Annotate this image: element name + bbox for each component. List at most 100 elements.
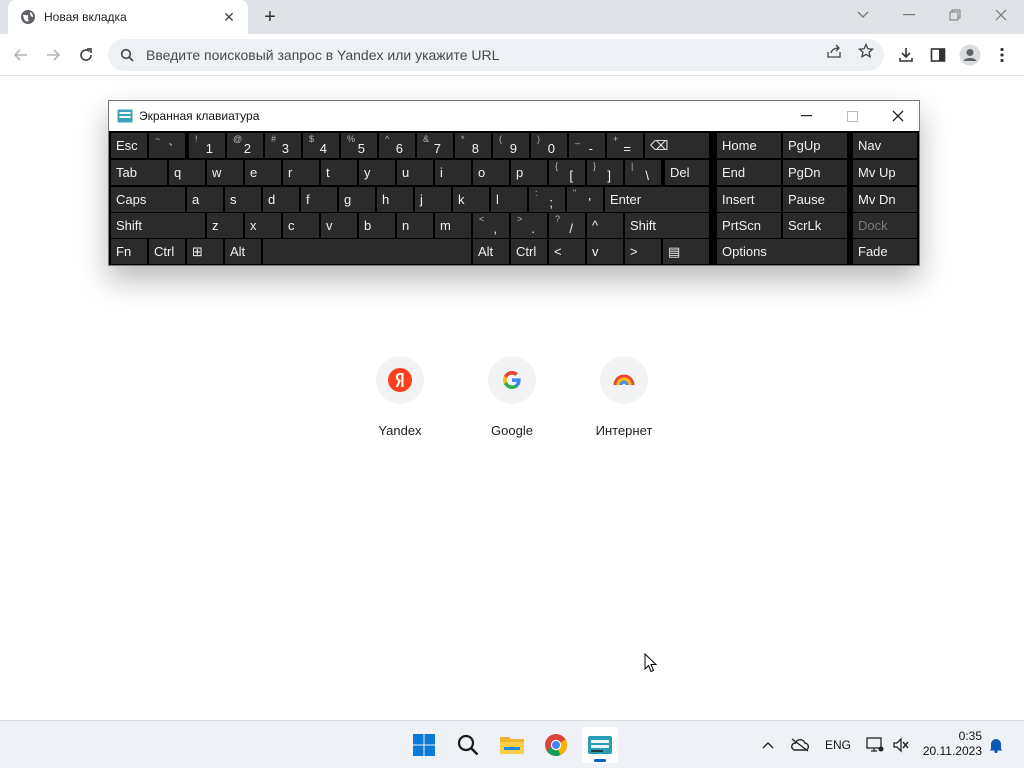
key-[interactable]: ⌫	[645, 133, 709, 158]
key-e[interactable]: e	[245, 160, 281, 185]
close-icon[interactable]	[978, 0, 1024, 30]
key-shift[interactable]: Shift	[625, 213, 709, 238]
key-[interactable]: " '	[567, 187, 603, 212]
key-t[interactable]: t	[321, 160, 357, 185]
key-[interactable]: ▤	[663, 239, 709, 264]
key-[interactable]: }]	[587, 160, 623, 185]
key-[interactable]: | \	[625, 160, 661, 185]
key-3[interactable]: #3	[265, 133, 301, 158]
download-icon[interactable]	[894, 43, 918, 67]
on-screen-keyboard-icon[interactable]	[582, 727, 618, 763]
onedrive-offline-icon[interactable]	[788, 733, 812, 757]
key-scrlk[interactable]: ScrLk	[783, 213, 847, 238]
omnibox[interactable]	[108, 39, 884, 71]
key-[interactable]: ⊞	[187, 239, 223, 264]
key-q[interactable]: q	[169, 160, 205, 185]
minimize-icon[interactable]	[783, 101, 829, 131]
clock[interactable]: 0:35 20.11.2023	[914, 729, 982, 759]
key-j[interactable]: j	[415, 187, 451, 212]
key-[interactable]: ^	[587, 213, 623, 238]
key-[interactable]: ? /	[549, 213, 585, 238]
key-[interactable]: <	[549, 239, 585, 264]
key-del[interactable]: Del	[665, 160, 709, 185]
search-icon[interactable]	[450, 727, 486, 763]
windows-start-icon[interactable]	[406, 727, 442, 763]
key-esc[interactable]: Esc	[111, 133, 147, 158]
key-7[interactable]: & 7	[417, 133, 453, 158]
key-[interactable]: _ -	[569, 133, 605, 158]
key-mvdn[interactable]: Mv Dn	[853, 187, 917, 212]
restore-icon[interactable]	[932, 0, 978, 30]
shortcut-internet[interactable]: Интернет	[568, 352, 680, 442]
key-2[interactable]: @2	[227, 133, 263, 158]
key-[interactable]: :;	[529, 187, 565, 212]
key-pause[interactable]: Pause	[783, 187, 847, 212]
language-indicator[interactable]: ENG	[822, 733, 854, 757]
key-g[interactable]: g	[339, 187, 375, 212]
key-k[interactable]: k	[453, 187, 489, 212]
key-prtscn[interactable]: PrtScn	[717, 213, 781, 238]
key-c[interactable]: c	[283, 213, 319, 238]
key-0[interactable]: ) 0	[531, 133, 567, 158]
key-v[interactable]: v	[321, 213, 357, 238]
key-z[interactable]: z	[207, 213, 243, 238]
display-icon[interactable]	[864, 733, 886, 757]
file-explorer-icon[interactable]	[494, 727, 530, 763]
more-icon[interactable]	[990, 43, 1014, 67]
minimize-icon[interactable]	[886, 0, 932, 30]
key-h[interactable]: h	[377, 187, 413, 212]
key-p[interactable]: p	[511, 160, 547, 185]
close-icon[interactable]	[875, 101, 921, 131]
key-pgdn[interactable]: PgDn	[783, 160, 847, 185]
key-r[interactable]: r	[283, 160, 319, 185]
reload-icon[interactable]	[73, 42, 99, 68]
key-v[interactable]: v	[587, 239, 623, 264]
chevron-up-icon[interactable]	[758, 733, 778, 757]
share-icon[interactable]	[824, 41, 844, 61]
key-tab[interactable]: Tab	[111, 160, 167, 185]
key-mvup[interactable]: Mv Up	[853, 160, 917, 185]
key-4[interactable]: $4	[303, 133, 339, 158]
key-pgup[interactable]: PgUp	[783, 133, 847, 158]
star-icon[interactable]	[856, 41, 876, 61]
key-y[interactable]: y	[359, 160, 395, 185]
key-options[interactable]: Options	[717, 239, 847, 264]
key-alt[interactable]: Alt	[473, 239, 509, 264]
chevron-down-icon[interactable]	[840, 0, 886, 30]
forward-icon[interactable]	[40, 42, 66, 68]
key-[interactable]: + =	[607, 133, 643, 158]
key-8[interactable]: * 8	[455, 133, 491, 158]
key-d[interactable]: d	[263, 187, 299, 212]
profile-icon[interactable]	[958, 43, 982, 67]
key-9[interactable]: (9	[493, 133, 529, 158]
back-icon[interactable]	[8, 42, 34, 68]
key-m[interactable]: m	[435, 213, 471, 238]
key-i[interactable]: i	[435, 160, 471, 185]
key-fn[interactable]: Fn	[111, 239, 147, 264]
chrome-icon[interactable]	[538, 727, 574, 763]
key-caps[interactable]: Caps	[111, 187, 185, 212]
key-ctrl[interactable]: Ctrl	[149, 239, 185, 264]
key-[interactable]: >.	[511, 213, 547, 238]
omnibox-input[interactable]	[146, 47, 786, 63]
key-[interactable]: {[	[549, 160, 585, 185]
speaker-muted-icon[interactable]	[890, 733, 912, 757]
key-n[interactable]: n	[397, 213, 433, 238]
key-enter[interactable]: Enter	[605, 187, 709, 212]
key-b[interactable]: b	[359, 213, 395, 238]
key-1[interactable]: ! 1	[189, 133, 225, 158]
key-w[interactable]: w	[207, 160, 243, 185]
key-nav[interactable]: Nav	[853, 133, 917, 158]
key-s[interactable]: s	[225, 187, 261, 212]
key-[interactable]: ~ `	[149, 133, 185, 158]
key-6[interactable]: ^ 6	[379, 133, 415, 158]
key-home[interactable]: Home	[717, 133, 781, 158]
key-l[interactable]: l	[491, 187, 527, 212]
key-fade[interactable]: Fade	[853, 239, 917, 264]
close-icon[interactable]: ✕	[220, 8, 238, 26]
key-[interactable]: >	[625, 239, 661, 264]
key-end[interactable]: End	[717, 160, 781, 185]
tab-new-tab[interactable]: Новая вкладка ✕	[8, 0, 248, 34]
shortcut-yandex[interactable]: Yandex	[344, 352, 456, 442]
key-insert[interactable]: Insert	[717, 187, 781, 212]
